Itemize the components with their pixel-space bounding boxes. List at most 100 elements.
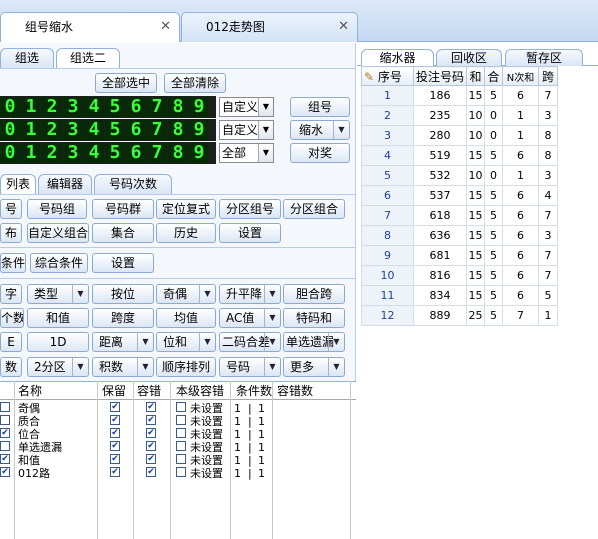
table-row[interactable]: 11 834 15 5 6 5 <box>361 285 558 306</box>
number-count-button[interactable]: 数 <box>0 357 22 377</box>
table-row[interactable]: 5 532 10 0 1 3 <box>361 165 558 186</box>
table-row[interactable]: 3 280 10 0 1 8 <box>361 125 558 146</box>
shrink-button[interactable]: 缩水 ▼ <box>290 120 350 140</box>
position-compound-button[interactable]: 定位复式 <box>156 199 216 219</box>
keep-checkbox[interactable]: ✔ <box>110 454 120 464</box>
column-header[interactable]: 合 <box>484 66 503 86</box>
position-sum-dropdown[interactable]: 位和 ▼ <box>156 332 216 352</box>
digit-4[interactable]: 4 <box>84 143 104 163</box>
chevron-down-icon[interactable]: ▼ <box>333 121 349 139</box>
award-button[interactable]: 对奖 <box>290 143 350 163</box>
digit-3[interactable]: 3 <box>63 143 83 163</box>
zone-group-button[interactable]: 分区组号 <box>219 199 281 219</box>
digit-5[interactable]: 5 <box>105 120 125 140</box>
table-row[interactable]: 1 186 15 5 6 7 <box>361 85 558 106</box>
level-checkbox[interactable] <box>176 402 186 412</box>
tab-recycle[interactable]: 回收区 <box>436 49 502 66</box>
digit-1[interactable]: 1 <box>21 120 41 140</box>
tab-group-select-2[interactable]: 组选二 <box>56 48 120 68</box>
composite-condition-button[interactable]: 综合条件 <box>30 253 88 273</box>
digit-9[interactable]: 9 <box>189 120 209 140</box>
keep-checkbox[interactable]: ✔ <box>110 441 120 451</box>
sum-value-button[interactable]: 和值 <box>27 308 89 328</box>
digit-9[interactable]: 9 <box>189 97 209 117</box>
table-row[interactable]: 2 235 10 0 1 3 <box>361 105 558 126</box>
table-row[interactable]: 4 519 15 5 6 8 <box>361 145 558 166</box>
odd-even-dropdown[interactable]: 奇偶 ▼ <box>156 284 216 304</box>
tab-group-select[interactable]: 组选 <box>0 48 54 68</box>
type-dropdown[interactable]: 类型 ▼ <box>27 284 89 304</box>
keep-checkbox[interactable]: ✔ <box>110 415 120 425</box>
digit-7[interactable]: 7 <box>147 97 167 117</box>
layout-button[interactable]: 布 <box>0 223 22 243</box>
column-header[interactable]: 投注号码 <box>413 66 467 86</box>
level-checkbox[interactable] <box>176 454 186 464</box>
special-sum-button[interactable]: 特码和 <box>283 308 345 328</box>
checkbox[interactable]: ✔ <box>0 428 10 438</box>
custom-combine-button[interactable]: 自定义组合 <box>27 223 89 243</box>
rise-flat-fall-dropdown[interactable]: 升平降 ▼ <box>219 284 281 304</box>
digit-7[interactable]: 7 <box>147 120 167 140</box>
chevron-down-icon[interactable]: ▼ <box>264 358 280 376</box>
digit-6[interactable]: 6 <box>126 120 146 140</box>
number-button[interactable]: 号 <box>0 199 22 219</box>
mode-select-2[interactable]: 自定义 ▼ <box>219 120 274 140</box>
digit-6[interactable]: 6 <box>126 97 146 117</box>
chevron-down-icon[interactable]: ▼ <box>264 333 280 351</box>
digit-2[interactable]: 2 <box>42 143 62 163</box>
condition-settings-button[interactable]: 设置 <box>92 253 154 273</box>
number-dropdown[interactable]: 号码 ▼ <box>219 357 281 377</box>
select-all-button[interactable]: 全部选中 <box>95 73 157 93</box>
chevron-down-icon[interactable]: ▼ <box>137 358 153 376</box>
tab-number-count[interactable]: 号码次数 <box>94 174 172 194</box>
chevron-down-icon[interactable]: ▼ <box>137 333 153 351</box>
digit-0[interactable]: 0 <box>0 143 20 163</box>
number-cluster-button[interactable]: 号码群 <box>92 199 154 219</box>
table-row[interactable]: ✔ 012路 ✔ ✔ 未设置 1 | 1 <box>0 467 356 480</box>
tolerance-checkbox[interactable]: ✔ <box>146 441 156 451</box>
digit-2[interactable]: 2 <box>42 120 62 140</box>
chevron-down-icon[interactable]: ▼ <box>264 309 280 327</box>
digit-7[interactable]: 7 <box>147 143 167 163</box>
chevron-down-icon[interactable]: ▼ <box>72 358 88 376</box>
keep-checkbox[interactable]: ✔ <box>110 467 120 477</box>
digit-0[interactable]: 0 <box>0 97 20 117</box>
table-row[interactable]: 奇偶 ✔ ✔ 未设置 1 | 1 <box>0 402 356 415</box>
table-row[interactable]: 8 636 15 5 6 3 <box>361 225 558 246</box>
more-dropdown[interactable]: 更多 ▼ <box>283 357 345 377</box>
keep-checkbox[interactable]: ✔ <box>110 402 120 412</box>
condition-button[interactable]: 条件 <box>0 253 26 273</box>
mean-button[interactable]: 均值 <box>156 308 216 328</box>
digit-0[interactable]: 0 <box>0 120 20 140</box>
mode-select-1[interactable]: 自定义 ▼ <box>219 97 274 117</box>
tolerance-checkbox[interactable]: ✔ <box>146 467 156 477</box>
close-icon[interactable]: ✕ <box>338 13 349 41</box>
digit-1[interactable]: 1 <box>21 143 41 163</box>
level-checkbox[interactable] <box>176 441 186 451</box>
checkbox[interactable] <box>0 402 10 412</box>
checkbox[interactable]: ✔ <box>0 454 10 464</box>
level-checkbox[interactable] <box>176 428 186 438</box>
level-checkbox[interactable] <box>176 467 186 477</box>
tab-shrinker[interactable]: 缩水器 <box>361 49 434 66</box>
cond-e-button[interactable]: E <box>0 332 22 352</box>
bold-sum-span-button[interactable]: 胆合跨 <box>283 284 345 304</box>
settings-button[interactable]: 设置 <box>219 223 281 243</box>
chevron-down-icon[interactable]: ▼ <box>199 333 215 351</box>
tolerance-checkbox[interactable]: ✔ <box>146 428 156 438</box>
by-position-button[interactable]: 按位 <box>92 284 154 304</box>
digit-4[interactable]: 4 <box>84 120 104 140</box>
digit-3[interactable]: 3 <box>63 120 83 140</box>
doc-tab-group-shrink[interactable]: 组号缩水 ✕ <box>0 12 180 42</box>
keep-checkbox[interactable]: ✔ <box>110 428 120 438</box>
two-zone-dropdown[interactable]: 2分区 ▼ <box>27 357 89 377</box>
table-row[interactable]: 9 681 15 5 6 7 <box>361 245 558 266</box>
chevron-down-icon[interactable]: ▼ <box>264 285 280 303</box>
span-button[interactable]: 跨度 <box>92 308 154 328</box>
zone-combine-button[interactable]: 分区组合 <box>283 199 345 219</box>
digit-5[interactable]: 5 <box>105 143 125 163</box>
chevron-down-icon[interactable]: ▼ <box>328 333 344 351</box>
two-code-diff-dropdown[interactable]: 二码合差 ▼ <box>219 332 281 352</box>
column-header[interactable]: 跨 <box>538 66 558 86</box>
digit-8[interactable]: 8 <box>168 120 188 140</box>
